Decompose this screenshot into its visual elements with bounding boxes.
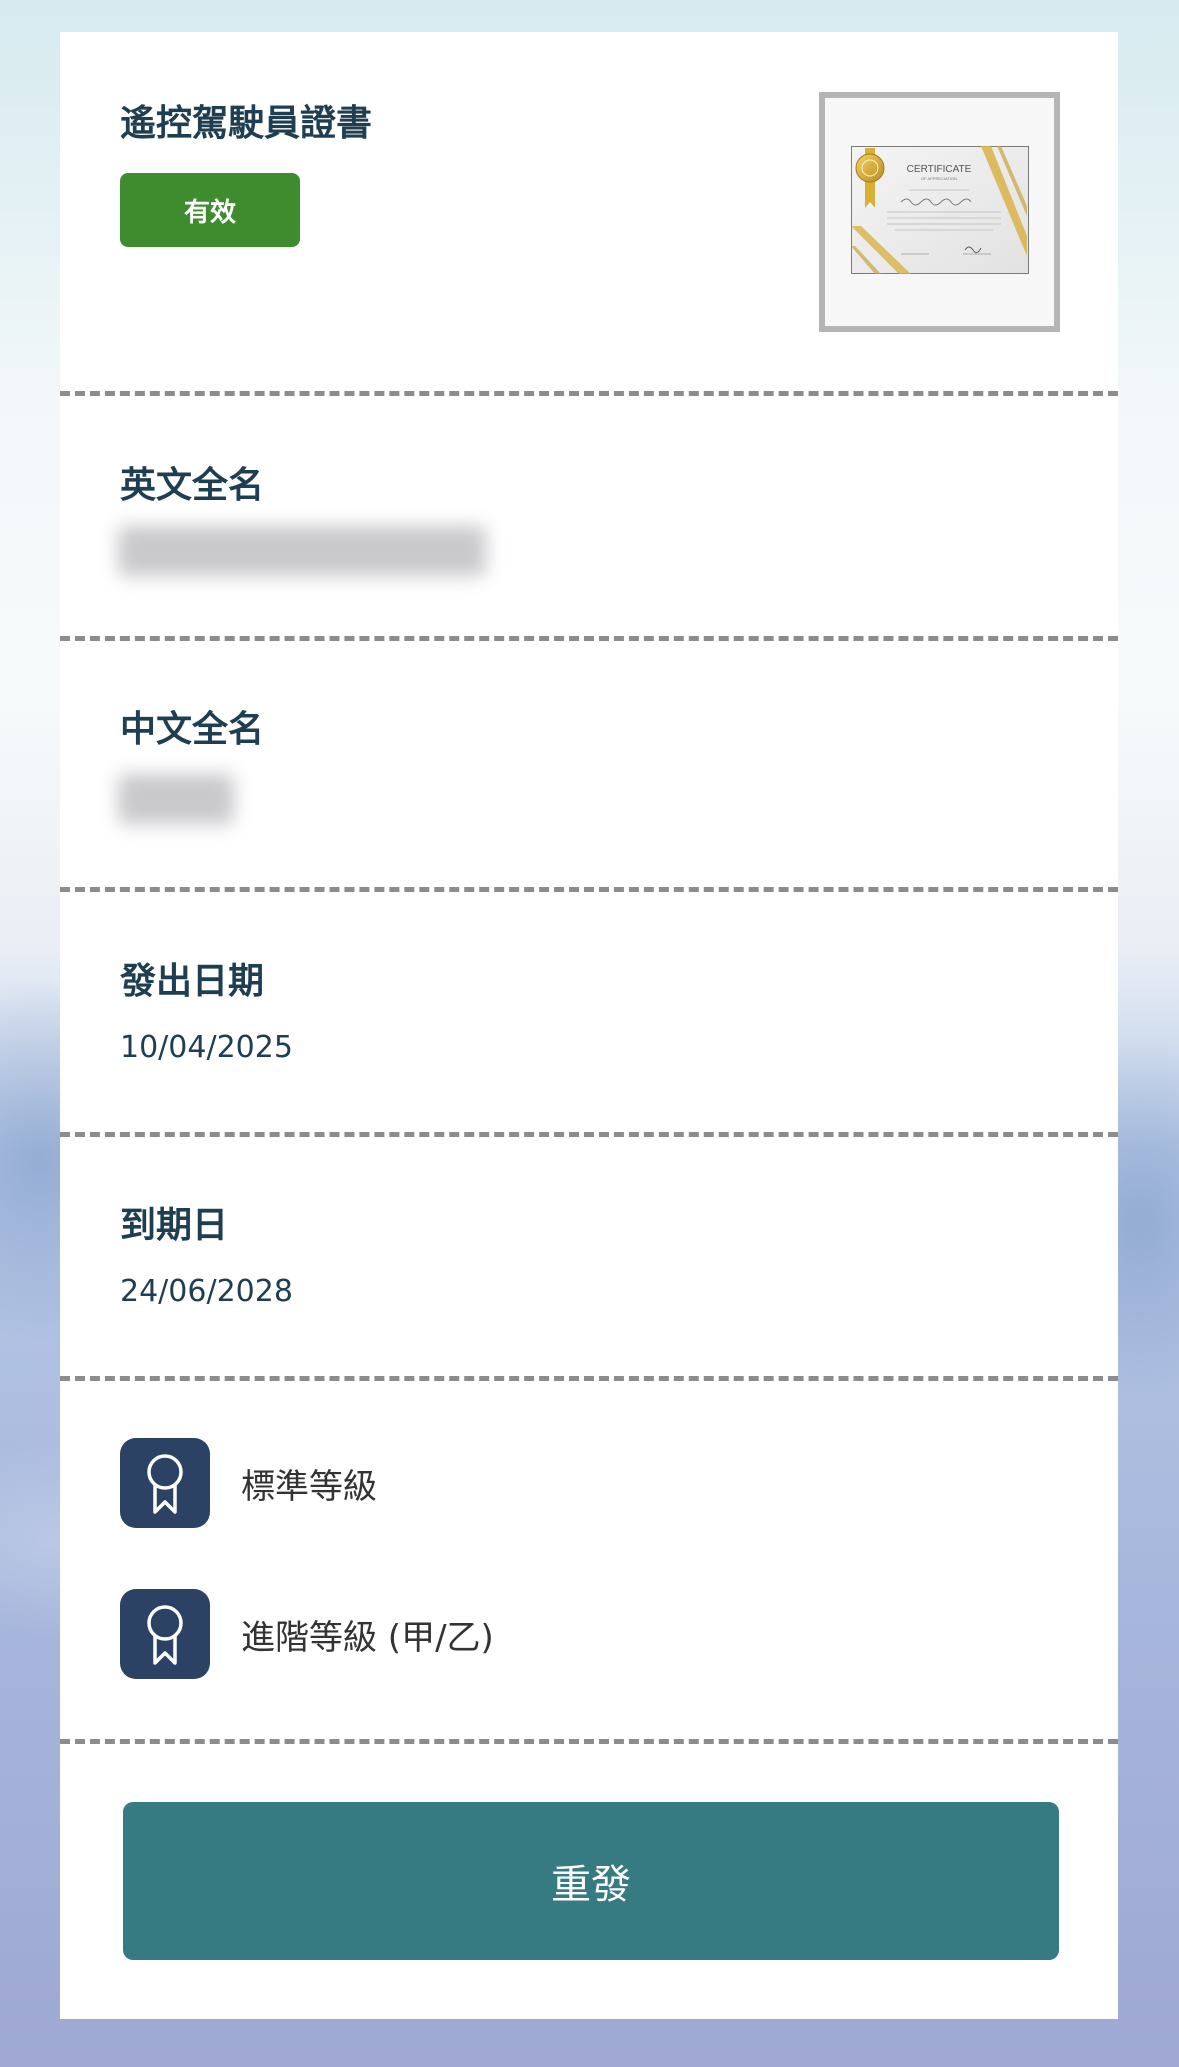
divider	[60, 1132, 1118, 1137]
divider	[60, 1376, 1118, 1381]
level-label: 標準等級	[241, 1466, 377, 1507]
certificate-thumbnail[interactable]: CERTIFICATE OF APPRECIATION	[819, 92, 1060, 332]
status-badge: 有效	[120, 173, 300, 247]
reissue-button[interactable]: 重發	[123, 1802, 1059, 1960]
chinese-name-value-redacted	[118, 774, 234, 824]
issue-date-value: 10/04/2025	[120, 1030, 293, 1065]
issue-date-label: 發出日期	[120, 961, 265, 1002]
divider	[60, 391, 1118, 396]
award-ribbon-icon	[120, 1589, 210, 1679]
divider	[60, 887, 1118, 892]
divider	[60, 636, 1118, 641]
thumbnail-heading: CERTIFICATE	[907, 164, 972, 175]
expiry-date-value: 24/06/2028	[120, 1274, 293, 1309]
level-item-advanced: 進階等級 (甲/乙)	[120, 1589, 494, 1679]
thumbnail-subheading: OF APPRECIATION	[921, 176, 957, 181]
english-name-value-redacted	[118, 526, 486, 576]
english-name-label: 英文全名	[120, 465, 265, 506]
chinese-name-label: 中文全名	[120, 709, 265, 750]
certificate-title: 遙控駕駛員證書	[120, 103, 373, 144]
award-ribbon-icon	[120, 1438, 210, 1528]
certificate-card: 遙控駕駛員證書 有效 CERTIFICATE OF APPRECIATION 英…	[60, 32, 1118, 2019]
certificate-header: 遙控駕駛員證書 有效 CERTIFICATE OF APPRECIATION	[60, 32, 1118, 392]
level-item-standard: 標準等級	[120, 1438, 377, 1528]
level-label: 進階等級 (甲/乙)	[241, 1617, 494, 1658]
expiry-date-label: 到期日	[120, 1205, 229, 1246]
divider	[60, 1739, 1118, 1744]
certificate-image: CERTIFICATE OF APPRECIATION	[851, 146, 1029, 274]
